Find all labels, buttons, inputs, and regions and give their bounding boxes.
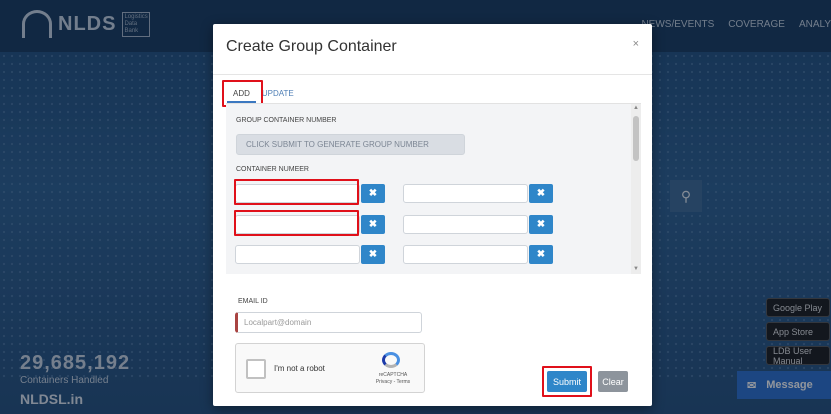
tab-update[interactable]: UPDATE (256, 84, 300, 103)
container-number-label: CONTAINER NUMEER (236, 166, 309, 173)
container-input-3[interactable] (235, 215, 360, 234)
scroll-thumb[interactable] (633, 116, 639, 161)
create-group-container-modal: Create Group Container × ADD UPDATE GROU… (213, 24, 652, 406)
close-icon[interactable]: × (633, 38, 639, 50)
group-number-field: CLICK SUBMIT TO GENERATE GROUP NUMBER (236, 134, 465, 155)
clear-button[interactable]: Clear (598, 371, 628, 392)
scroll-down-icon[interactable]: ▼ (633, 266, 639, 272)
remove-container-2-icon[interactable]: ✖ (529, 184, 553, 203)
container-input-1[interactable] (235, 184, 360, 203)
scroll-up-icon[interactable]: ▲ (633, 105, 639, 111)
remove-container-3-icon[interactable]: ✖ (361, 215, 385, 234)
container-input-6[interactable] (403, 245, 528, 264)
remove-container-6-icon[interactable]: ✖ (529, 245, 553, 264)
recaptcha-checkbox[interactable] (246, 359, 266, 379)
tab-add[interactable]: ADD (227, 84, 256, 103)
email-placeholder: Localpart@domain (244, 318, 312, 327)
remove-container-5-icon[interactable]: ✖ (361, 245, 385, 264)
container-form-panel: GROUP CONTAINER NUMBER CLICK SUBMIT TO G… (226, 103, 641, 274)
recaptcha-brand-name: reCAPTCHA (378, 372, 408, 378)
recaptcha-links[interactable]: Privacy - Terms (364, 379, 422, 386)
email-label: EMAIL ID (238, 298, 268, 305)
recaptcha-icon (382, 352, 400, 368)
modal-tabs: ADD UPDATE (227, 84, 300, 103)
remove-container-4-icon[interactable]: ✖ (529, 215, 553, 234)
panel-scrollbar[interactable]: ▲ ▼ (631, 104, 641, 274)
container-input-4[interactable] (403, 215, 528, 234)
container-input-2[interactable] (403, 184, 528, 203)
recaptcha-brand: reCAPTCHA Privacy - Terms (364, 372, 422, 386)
container-input-5[interactable] (235, 245, 360, 264)
recaptcha-label: I'm not a robot (274, 364, 325, 373)
group-number-placeholder: CLICK SUBMIT TO GENERATE GROUP NUMBER (246, 140, 429, 149)
email-input[interactable]: Localpart@domain (235, 312, 422, 333)
submit-button[interactable]: Submit (547, 371, 587, 392)
modal-title: Create Group Container (226, 38, 397, 55)
recaptcha-widget: I'm not a robot reCAPTCHA Privacy - Term… (235, 343, 425, 393)
remove-container-1-icon[interactable]: ✖ (361, 184, 385, 203)
group-number-label: GROUP CONTAINER NUMBER (236, 117, 337, 124)
modal-divider (213, 74, 652, 75)
